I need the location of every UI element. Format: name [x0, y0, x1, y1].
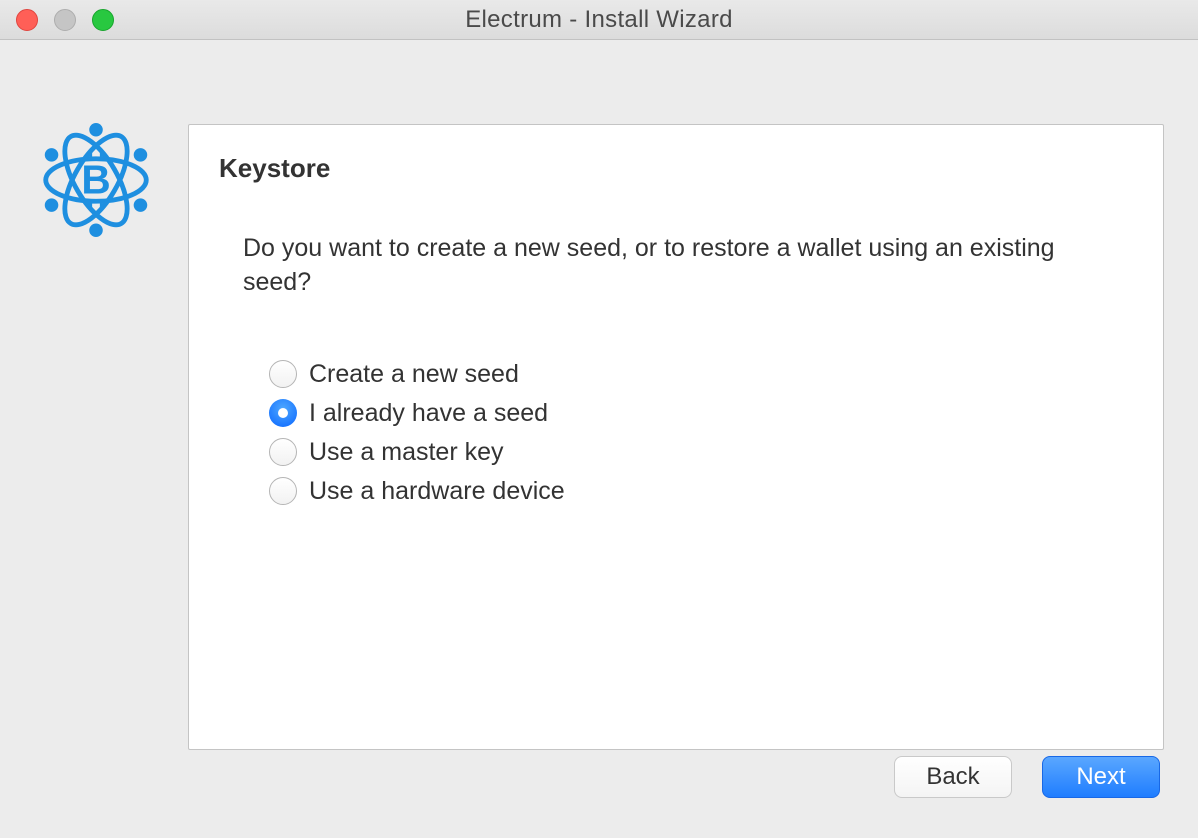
next-button[interactable]: Next: [1042, 756, 1160, 798]
electrum-logo-icon: B: [38, 122, 154, 238]
panel-heading: Keystore: [219, 153, 1133, 184]
window-controls: [16, 0, 114, 39]
radio-use-master-key[interactable]: Use a master key: [269, 438, 1133, 467]
close-icon[interactable]: [16, 9, 38, 31]
radio-already-have-seed[interactable]: I already have a seed: [269, 399, 1133, 428]
window-body: B Keystore Do you want to create a new s…: [0, 40, 1198, 838]
keystore-radio-group: Create a new seed I already have a seed …: [269, 360, 1133, 506]
zoom-icon[interactable]: [92, 9, 114, 31]
wizard-panel: Keystore Do you want to create a new see…: [188, 124, 1164, 750]
back-button[interactable]: Back: [894, 756, 1012, 798]
wizard-buttons: Back Next: [894, 756, 1160, 798]
svg-text:B: B: [81, 157, 110, 203]
minimize-icon[interactable]: [54, 9, 76, 31]
radio-icon: [269, 360, 297, 388]
radio-icon: [269, 399, 297, 427]
radio-label: Create a new seed: [309, 360, 519, 389]
panel-question: Do you want to create a new seed, or to …: [243, 232, 1109, 300]
radio-icon: [269, 438, 297, 466]
radio-icon: [269, 477, 297, 505]
window-titlebar: Electrum - Install Wizard: [0, 0, 1198, 40]
window-title: Electrum - Install Wizard: [0, 6, 1198, 34]
radio-use-hardware-device[interactable]: Use a hardware device: [269, 477, 1133, 506]
radio-create-new-seed[interactable]: Create a new seed: [269, 360, 1133, 389]
radio-label: Use a hardware device: [309, 477, 565, 506]
radio-label: Use a master key: [309, 438, 504, 467]
radio-label: I already have a seed: [309, 399, 548, 428]
